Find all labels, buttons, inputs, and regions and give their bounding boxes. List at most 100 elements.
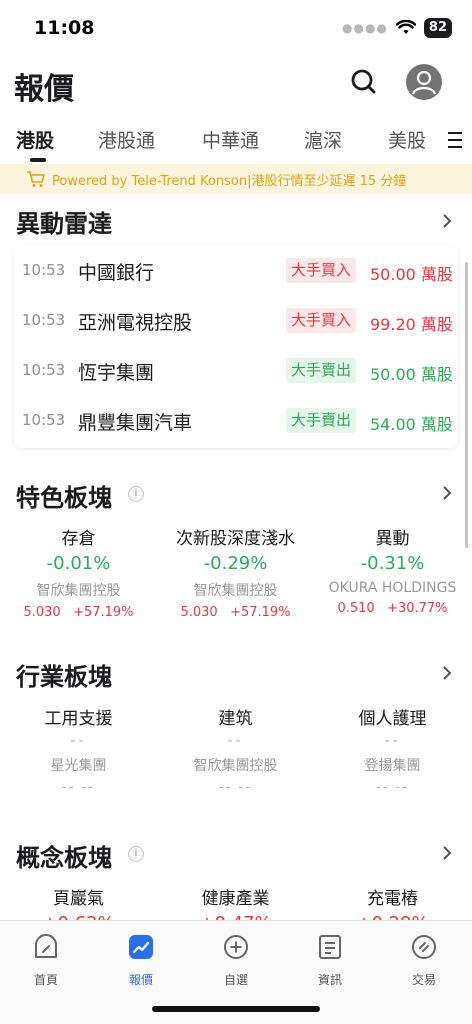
status-indicators: ●●●● 82 [342,18,452,38]
sector-leader: 智欣集團控股 [36,583,121,599]
industry-chevron-right-icon[interactable] [440,664,454,682]
radar-volume: 50.00 萬股 [370,265,453,284]
radar-tag: 大手賣出 [286,408,357,433]
sector-name: 存倉 [61,529,96,549]
avatar-button[interactable] [406,64,442,100]
nav-label: 報價 [128,973,153,987]
leader-quote: -- -- [219,780,252,795]
sector-name: 充電樁 [367,889,418,909]
featured-sectors-title[interactable]: 特色板塊 [16,478,112,513]
scrollbar[interactable] [465,262,468,548]
search-button[interactable] [348,66,380,98]
radar-tag: 大手買入 [286,258,357,283]
sector-leader: 智欣集團控股 [193,583,278,599]
nav-label: 資訊 [317,973,342,987]
radar-tag: 大手買入 [286,308,357,333]
nav-trade[interactable]: 交易 [394,933,454,988]
sector-change: -0.01% [46,553,111,574]
radar-card: 10:53 中國銀行 大手買入 50.00 萬股 10:53 亞洲電視控股 大手… [14,246,458,448]
delay-notice-banner: Powered by Tele-Trend Konson|港股行情至少延遲 15… [0,164,472,194]
radar-volume: 99.20 萬股 [370,315,453,334]
sector-leader: 登揚集團 [364,758,421,774]
radar-row[interactable]: 10:53 鼎豐集團汽車 大手賣出 54.00 萬股 [14,396,458,446]
tab-us-stocks[interactable]: 美股 [388,126,426,153]
wifi-icon [395,20,416,34]
radar-row[interactable]: 10:53 亞洲電視控股 大手買入 99.20 萬股 [14,296,458,346]
sector-name: 個人護理 [358,709,427,729]
featured-sector-card[interactable]: 次新股深度淺水 -0.29% 智欣集團控股 5.030 +57.19% [157,524,314,620]
radar-volume: 54.00 萬股 [370,415,453,434]
radar-stock-name: 亞洲電視控股 [78,312,193,334]
market-tabs: 港股 港股通 中華通 滬深 美股 [0,120,472,164]
sector-change: -- [70,733,87,749]
sector-name: 建筑 [218,709,253,729]
sector-name: 健康產業 [201,889,270,909]
sector-name: 工用支援 [44,709,113,729]
sector-change: -- [227,733,244,749]
page-title: 報價 [14,72,74,107]
sector-change: -0.29% [203,553,268,574]
sector-leader: 智欣集團控股 [193,758,278,774]
tab-china-connect[interactable]: 中華通 [202,126,259,153]
industry-sector-card[interactable]: 建筑 -- 智欣集團控股 -- -- [157,704,314,795]
radar-time: 10:53 [22,411,66,429]
sector-change: -- [384,733,401,749]
leader-price: 5.030 [180,605,218,620]
sector-name: 異動 [375,529,410,549]
battery-indicator: 82 [423,18,452,38]
news-icon [319,935,341,959]
featured-chevron-right-icon[interactable] [440,484,454,502]
radar-time: 10:53 [22,311,66,329]
nav-label: 自選 [223,973,248,987]
concept-sectors-title[interactable]: 概念板塊 [16,838,112,873]
search-icon [351,69,376,94]
chart-icon [129,935,153,959]
radar-stock-name: 恆宇集團 [78,362,155,384]
status-bar: 11:08 ●●●● 82 [0,0,472,56]
leader-quote: -- -- [62,780,95,795]
plus-circle-icon [224,935,248,959]
radar-chevron-right-icon[interactable] [440,212,454,230]
nav-home[interactable]: 首頁 [16,933,76,988]
leader-quote: 5.030 +57.19% [157,605,314,620]
nav-watchlist[interactable]: 自選 [206,933,266,988]
home-icon [35,934,57,958]
radar-volume: 50.00 萬股 [370,365,453,384]
info-icon[interactable]: i [128,486,144,502]
home-indicator[interactable] [152,1006,320,1012]
radar-stock-name: 鼎豐集團汽車 [78,412,193,434]
tab-hk-stocks[interactable]: 港股 [16,126,54,153]
tab-sh-sz[interactable]: 滬深 [304,126,342,153]
sector-leader: 星光集團 [50,758,107,774]
radar-time: 10:53 [22,361,66,379]
tab-hk-connect[interactable]: 港股通 [98,126,155,153]
leader-change: +57.19% [230,605,291,620]
menu-icon [448,132,462,148]
trade-icon [412,935,436,959]
leader-quote: -- -- [376,780,409,795]
nav-label: 首頁 [33,973,58,987]
sector-name: 次新股深度淺水 [176,529,295,549]
industry-sector-card[interactable]: 工用支援 -- 星光集團 -- -- [0,704,157,795]
radar-title[interactable]: 異動雷達 [16,204,112,239]
industry-sector-card[interactable]: 個人護理 -- 登揚集團 -- -- [314,704,471,795]
tab-menu-button[interactable] [442,128,466,152]
radar-row[interactable]: 10:53 恆宇集團 大手賣出 50.00 萬股 [14,346,458,396]
leader-change: +57.19% [73,605,134,620]
leader-quote: 0.510 +30.77% [314,601,471,616]
sector-change: -0.31% [360,553,425,574]
banner-text: Powered by Tele-Trend Konson|港股行情至少延遲 15… [52,174,407,189]
nav-news[interactable]: 資訊 [300,933,360,988]
info-icon[interactable]: i [128,846,144,862]
signal-icon: ●●●● [342,21,388,35]
featured-sector-card[interactable]: 異動 -0.31% OKURA HOLDINGS 0.510 +30.77% [314,524,471,616]
radar-time: 10:53 [22,261,66,279]
featured-sector-card[interactable]: 存倉 -0.01% 智欣集團控股 5.030 +57.19% [0,524,157,620]
industry-sectors-title[interactable]: 行業板塊 [16,657,112,692]
active-tab-indicator [30,158,46,162]
leader-price: 5.030 [23,605,61,620]
radar-row[interactable]: 10:53 中國銀行 大手買入 50.00 萬股 [14,246,458,296]
concept-chevron-right-icon[interactable] [440,844,454,862]
leader-price: 0.510 [337,601,375,616]
nav-quotes[interactable]: 報價 [111,933,171,988]
